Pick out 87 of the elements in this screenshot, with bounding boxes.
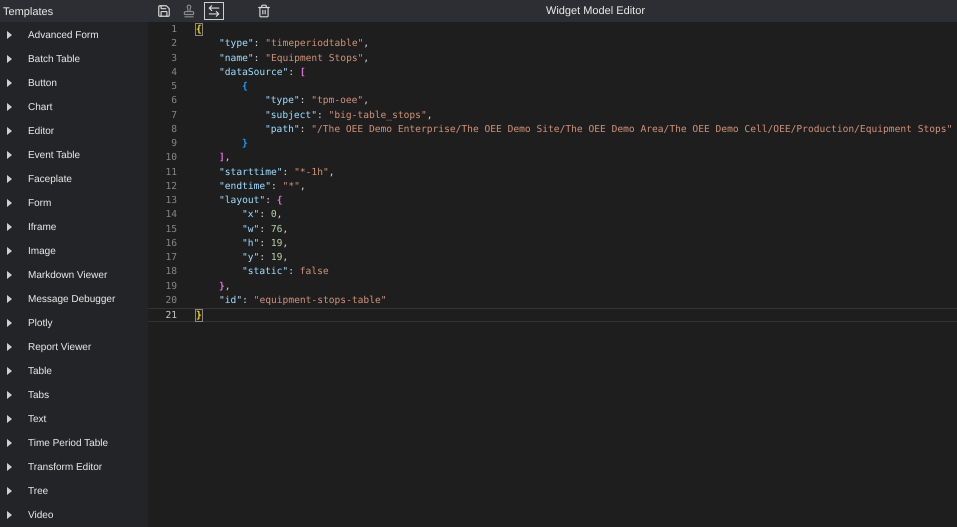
code-line: "id": "equipment-stops-table" bbox=[219, 294, 387, 308]
code-line: "x": 0, bbox=[242, 208, 282, 222]
caret-icon bbox=[7, 31, 12, 39]
template-item[interactable]: Form bbox=[0, 191, 148, 215]
code-line: "path": "/The OEE Demo Enterprise/The OEE Demo Site/The OEE Demo Area/The OEE Demo Cell/OEE/Production/Equipment Stops" bbox=[265, 122, 952, 137]
code-line: { bbox=[242, 80, 248, 94]
caret-icon bbox=[7, 79, 12, 87]
line-number: 18 bbox=[164, 265, 177, 280]
swap-button[interactable] bbox=[204, 2, 224, 20]
caret-icon bbox=[7, 439, 12, 447]
code-line: "layout": { bbox=[219, 194, 283, 208]
template-item[interactable]: Advanced Form bbox=[0, 23, 148, 47]
code-line: "static": false bbox=[242, 265, 329, 280]
line-number: 15 bbox=[164, 222, 177, 236]
line-number: 17 bbox=[164, 251, 177, 265]
template-item[interactable]: Button bbox=[0, 71, 148, 95]
line-number: 21 bbox=[164, 309, 177, 322]
code-line: }, bbox=[219, 280, 231, 294]
line-number: 9 bbox=[170, 137, 177, 151]
code-line: "name": "Equipment Stops", bbox=[219, 52, 370, 66]
code-line: { bbox=[196, 23, 202, 37]
template-item[interactable]: Report Viewer bbox=[0, 335, 148, 359]
template-item[interactable]: Batch Table bbox=[0, 47, 148, 71]
line-number: 10 bbox=[164, 151, 177, 166]
sidebar-title: Templates bbox=[3, 6, 54, 18]
template-item[interactable]: Tree bbox=[0, 479, 148, 503]
line-number: 3 bbox=[170, 52, 177, 66]
caret-icon bbox=[7, 103, 12, 111]
caret-icon bbox=[7, 271, 12, 279]
template-item[interactable]: Plotly bbox=[0, 311, 148, 335]
template-item[interactable]: Time Period Table bbox=[0, 431, 148, 455]
line-number: 6 bbox=[170, 94, 177, 108]
code-line: "endtime": "*", bbox=[219, 180, 306, 194]
caret-icon bbox=[7, 55, 12, 63]
line-number: 14 bbox=[164, 208, 177, 222]
caret-icon bbox=[7, 199, 12, 207]
caret-icon bbox=[7, 319, 12, 327]
caret-icon bbox=[7, 487, 12, 495]
caret-icon bbox=[7, 343, 12, 351]
caret-icon bbox=[7, 367, 12, 375]
caret-icon bbox=[7, 175, 12, 183]
template-item[interactable]: Faceplate bbox=[0, 167, 148, 191]
template-item[interactable]: Iframe bbox=[0, 215, 148, 239]
code-line: "w": 76, bbox=[242, 222, 288, 236]
template-item[interactable]: Editor bbox=[0, 119, 148, 143]
code-line: "type": "tpm-oee", bbox=[265, 94, 369, 108]
code-line: } bbox=[196, 309, 202, 322]
line-number: 8 bbox=[170, 122, 177, 137]
code-line: "type": "timeperiodtable", bbox=[219, 37, 370, 52]
template-item[interactable]: Event Table bbox=[0, 143, 148, 167]
template-item[interactable]: Markdown Viewer bbox=[0, 263, 148, 287]
line-number: 13 bbox=[164, 194, 177, 208]
code-line: "dataSource": [ bbox=[219, 66, 306, 80]
template-item[interactable]: Video bbox=[0, 503, 148, 527]
code-line: "y": 19, bbox=[242, 251, 288, 265]
caret-icon bbox=[7, 295, 12, 303]
code-line: "h": 19, bbox=[242, 236, 288, 251]
template-item[interactable]: Message Debugger bbox=[0, 287, 148, 311]
line-number: 11 bbox=[164, 166, 177, 180]
line-number: 2 bbox=[170, 37, 177, 52]
caret-icon bbox=[7, 511, 12, 519]
window-title: Widget Model Editor bbox=[546, 4, 646, 19]
code-line: ], bbox=[219, 151, 231, 166]
caret-icon bbox=[7, 247, 12, 255]
template-item[interactable]: Tabs bbox=[0, 383, 148, 407]
line-number: 4 bbox=[170, 66, 177, 80]
line-number: 1 bbox=[170, 23, 177, 37]
template-item[interactable]: Transform Editor bbox=[0, 455, 148, 479]
line-number: 5 bbox=[170, 80, 177, 94]
code-line: "starttime": "*-1h", bbox=[219, 166, 335, 180]
caret-icon bbox=[7, 415, 12, 423]
template-item[interactable]: Table bbox=[0, 359, 148, 383]
template-item[interactable]: Chart bbox=[0, 95, 148, 119]
caret-icon bbox=[7, 127, 12, 135]
caret-icon bbox=[7, 151, 12, 159]
caret-icon bbox=[7, 223, 12, 231]
template-item[interactable]: Text bbox=[0, 407, 148, 431]
line-number: 12 bbox=[164, 180, 177, 194]
code-line: } bbox=[242, 137, 248, 151]
template-item[interactable]: Image bbox=[0, 239, 148, 263]
line-number: 7 bbox=[170, 108, 177, 122]
line-number: 19 bbox=[164, 280, 177, 294]
line-number: 20 bbox=[164, 294, 177, 308]
caret-icon bbox=[7, 391, 12, 399]
code-line: "subject": "big-table_stops", bbox=[265, 108, 433, 122]
line-number: 16 bbox=[164, 236, 177, 251]
caret-icon bbox=[7, 463, 12, 471]
